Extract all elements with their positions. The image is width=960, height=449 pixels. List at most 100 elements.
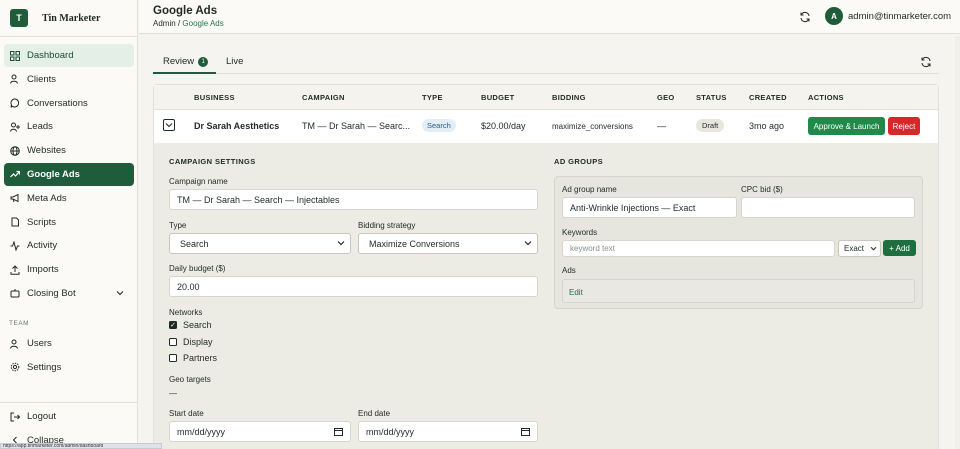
network-partners-checkbox[interactable]: Partners xyxy=(169,353,217,363)
brand[interactable]: T Tin Marketer xyxy=(0,0,137,36)
chat-icon xyxy=(10,98,20,108)
checkbox-unchecked[interactable] xyxy=(169,338,177,346)
end-date-input[interactable]: mm/dd/yyyy xyxy=(358,421,538,442)
sidebar-item-websites[interactable]: Websites xyxy=(4,139,134,162)
sidebar-item-google-ads[interactable]: Google Ads xyxy=(4,162,134,186)
status-badge: Draft xyxy=(696,119,725,132)
tab-review[interactable]: Review 1 xyxy=(163,56,209,67)
tab-review-label: Review xyxy=(163,56,195,67)
ads-label: Ads xyxy=(562,266,576,275)
sidebar-item-label: Settings xyxy=(27,361,62,373)
calendar-icon[interactable] xyxy=(521,427,530,436)
user-email[interactable]: admin@tinmarketer.com xyxy=(848,11,951,22)
expand-row-toggle[interactable] xyxy=(163,119,175,131)
sidebar-item-closing-bot[interactable]: Closing Bot xyxy=(4,282,134,305)
campaign-name-label: Campaign name xyxy=(169,177,228,186)
sidebar-item-settings[interactable]: Settings xyxy=(4,356,134,379)
divider xyxy=(0,36,138,37)
column-header: CREATED xyxy=(749,93,787,102)
campaign-detail-panel: CAMPAIGN SETTINGS Campaign name TM — Dr … xyxy=(154,143,938,449)
team-section-label: TEAM xyxy=(9,320,30,327)
bidding-cell: maximize_conversions xyxy=(552,122,633,131)
start-date-value: mm/dd/yyyy xyxy=(177,426,226,437)
sidebar-item-leads[interactable]: Leads xyxy=(4,115,134,138)
chevron-down-icon xyxy=(524,239,532,248)
sidebar-item-clients[interactable]: Clients xyxy=(4,68,134,91)
sidebar-item-label: Scripts xyxy=(27,216,57,228)
review-count-badge: 1 xyxy=(198,57,209,67)
cpc-bid-label: CPC bid ($) xyxy=(741,185,783,194)
globe-icon xyxy=(10,145,20,156)
breadcrumb-current[interactable]: Google Ads xyxy=(182,19,223,28)
refresh-icon[interactable] xyxy=(799,11,811,23)
end-date-label: End date xyxy=(358,409,391,418)
code-icon xyxy=(10,217,20,227)
cpc-bid-input[interactable] xyxy=(741,197,915,218)
scrollbar[interactable] xyxy=(955,36,960,449)
campaign-cell: TM — Dr Sarah — Searc... xyxy=(302,121,411,131)
column-header: TYPE xyxy=(422,93,443,102)
keywords-label: Keywords xyxy=(562,228,598,237)
sidebar-item-users[interactable]: Users xyxy=(4,332,134,355)
chevron-down-icon xyxy=(337,239,345,248)
chevron-down-icon[interactable] xyxy=(116,289,124,298)
bidding-strategy-select[interactable]: Maximize Conversions xyxy=(358,233,538,254)
team-nav: Users Settings xyxy=(4,332,134,380)
match-type-select[interactable]: Exact xyxy=(838,240,881,257)
sidebar-item-scripts[interactable]: Scripts xyxy=(4,211,134,234)
edit-ads-link[interactable]: Edit xyxy=(569,288,583,297)
sidebar-item-label: Closing Bot xyxy=(27,287,76,299)
brand-logo: T xyxy=(10,9,28,27)
tab-live-label: Live xyxy=(226,56,244,67)
bot-icon xyxy=(10,288,20,298)
checkbox-checked[interactable]: ✓ xyxy=(169,321,177,329)
sidebar-item-label: Imports xyxy=(27,264,59,276)
sidebar-item-meta-ads[interactable]: Meta Ads xyxy=(4,187,134,210)
upload-icon xyxy=(10,264,20,275)
daily-budget-input[interactable]: 20.00 xyxy=(169,276,538,297)
type-label: Type xyxy=(169,221,187,230)
breadcrumb-root[interactable]: Admin xyxy=(153,19,176,28)
logout-icon xyxy=(10,412,20,422)
campaigns-table: BUSINESS CAMPAIGN TYPE BUDGET BIDDING GE… xyxy=(153,84,939,449)
sidebar-nav: Dashboard Clients Conversations Leads We… xyxy=(4,44,134,306)
network-label: Search xyxy=(183,320,212,330)
refresh-icon[interactable] xyxy=(920,56,932,68)
match-type-value: Exact xyxy=(844,244,865,253)
column-header: BUDGET xyxy=(481,93,515,102)
network-display-checkbox[interactable]: Display xyxy=(169,337,213,347)
users-icon xyxy=(10,339,20,349)
start-date-label: Start date xyxy=(169,409,204,418)
avatar[interactable]: A xyxy=(825,7,843,25)
business-cell: Dr Sarah Aesthetics xyxy=(194,121,280,131)
daily-budget-label: Daily budget ($) xyxy=(169,264,226,273)
keyword-input[interactable]: keyword text xyxy=(562,240,835,257)
sidebar-item-dashboard[interactable]: Dashboard xyxy=(4,44,134,67)
sidebar-item-label: Google Ads xyxy=(27,168,80,180)
sidebar-item-imports[interactable]: Imports xyxy=(4,258,134,281)
column-header: BIDDING xyxy=(552,93,586,102)
start-date-input[interactable]: mm/dd/yyyy xyxy=(169,421,351,442)
sidebar-item-activity[interactable]: Activity xyxy=(4,234,134,257)
ad-group-name-input[interactable]: Anti-Wrinkle Injections — Exact xyxy=(562,197,737,218)
network-search-checkbox[interactable]: ✓ Search xyxy=(169,320,212,330)
sidebar-item-label: Leads xyxy=(27,121,53,133)
geo-targets-label: Geo targets xyxy=(169,375,211,384)
breadcrumb: Admin / Google Ads xyxy=(153,19,224,28)
reject-button[interactable]: Reject xyxy=(888,117,920,135)
sidebar-item-conversations[interactable]: Conversations xyxy=(4,92,134,115)
page-title: Google Ads xyxy=(153,5,218,17)
active-tab-indicator xyxy=(153,72,216,74)
calendar-icon[interactable] xyxy=(334,427,343,436)
checkbox-unchecked[interactable] xyxy=(169,354,177,362)
approve-launch-button[interactable]: Approve & Launch xyxy=(808,117,885,135)
logout-button[interactable]: Logout xyxy=(4,405,134,428)
type-select[interactable]: Search xyxy=(169,233,351,254)
table-header: BUSINESS CAMPAIGN TYPE BUDGET BIDDING GE… xyxy=(154,85,938,110)
table-row[interactable]: Dr Sarah Aesthetics TM — Dr Sarah — Sear… xyxy=(154,110,938,143)
sidebar-item-label: Meta Ads xyxy=(27,192,67,204)
add-keyword-button[interactable]: + Add xyxy=(883,240,916,256)
network-label: Display xyxy=(183,337,213,347)
campaign-name-input[interactable]: TM — Dr Sarah — Search — Injectables xyxy=(169,189,538,210)
tab-live[interactable]: Live xyxy=(226,56,243,67)
